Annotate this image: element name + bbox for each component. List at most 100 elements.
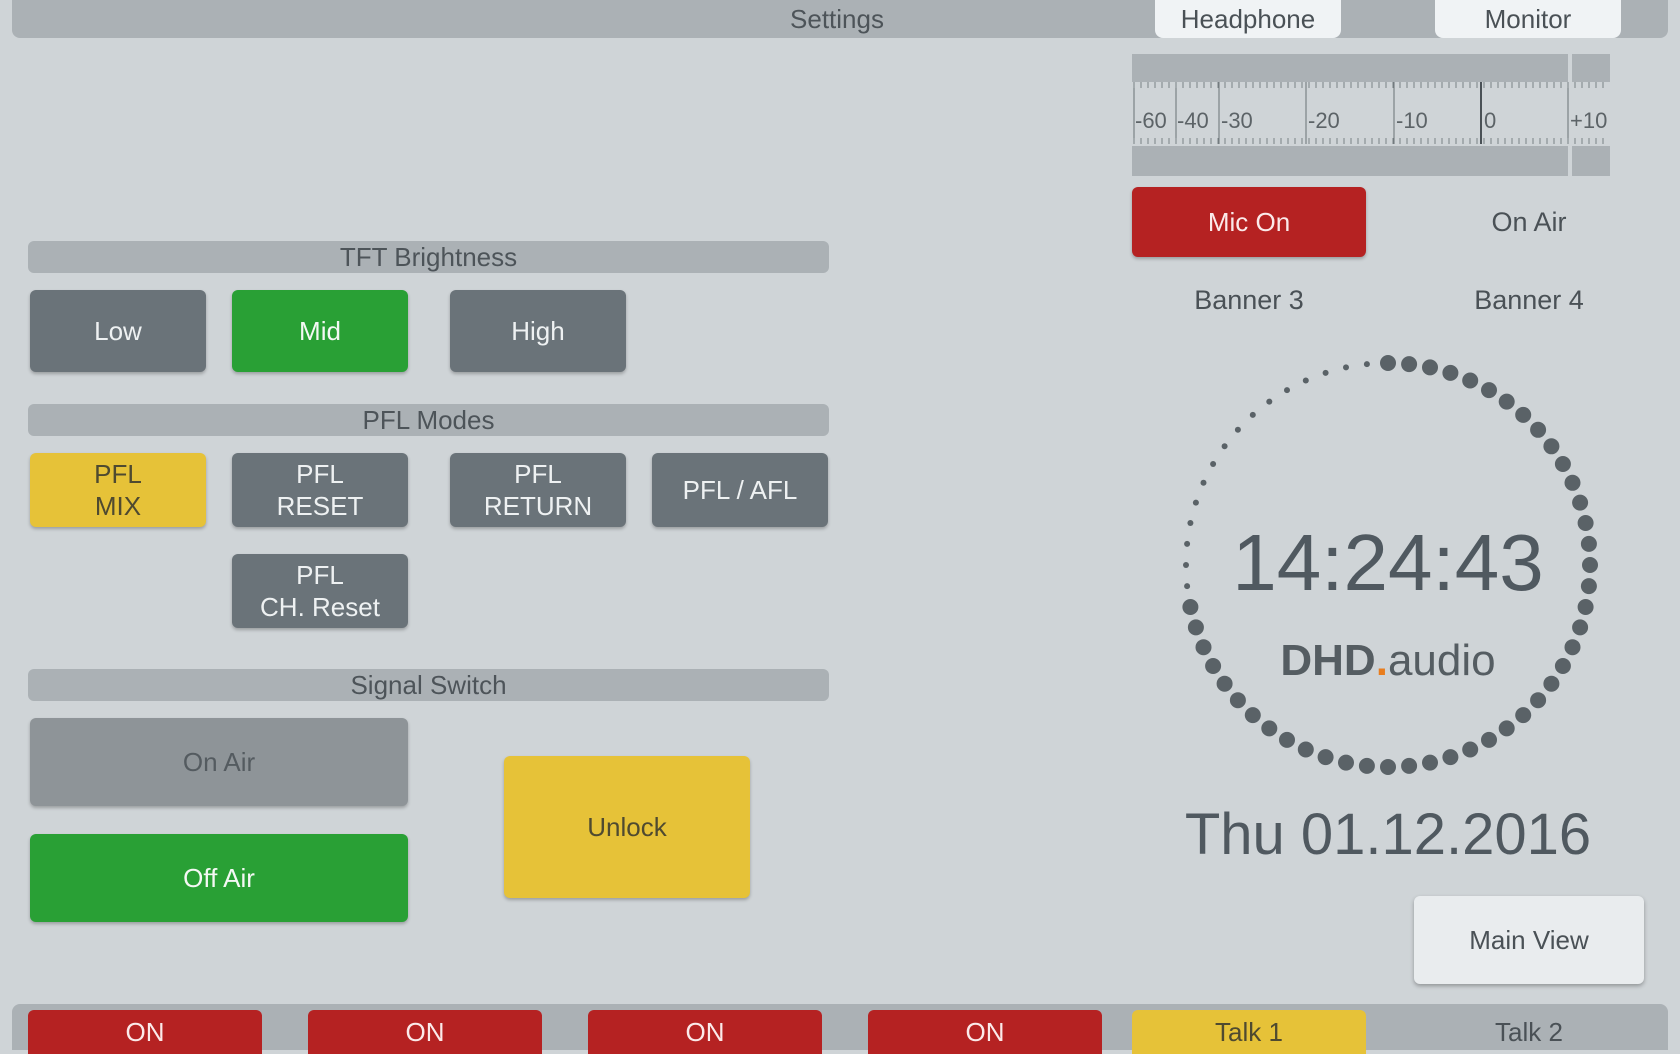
meter-bar-bottom	[1132, 146, 1568, 176]
clock-second-dot	[1462, 372, 1479, 389]
signal-off-air-button[interactable]: Off Air	[30, 834, 408, 922]
clock-date: Thu 01.12.2016	[1184, 802, 1592, 867]
clock-second-dot	[1261, 720, 1278, 737]
clock-second-dot	[1481, 382, 1497, 399]
talk-1-button[interactable]: Talk 1	[1132, 1010, 1366, 1054]
brightness-low-label: Low	[94, 316, 142, 346]
clock-second-dot	[1380, 355, 1396, 371]
clock-second-dot	[1572, 494, 1589, 511]
on-air-label: On Air	[1491, 206, 1567, 237]
clock-second-dot	[1322, 369, 1329, 376]
pfl-modes-title: PFL Modes	[362, 404, 495, 435]
meter-label-minus40: -40	[1177, 108, 1209, 133]
clock-second-dot	[1210, 461, 1217, 467]
meter-label-minus60: -60	[1135, 108, 1167, 133]
banner-4: Banner 4	[1412, 280, 1646, 320]
pfl-mix-button[interactable]: PFL MIX	[30, 453, 206, 527]
clock-second-dot	[1192, 499, 1199, 506]
bottom-on-button-4[interactable]: ON	[868, 1010, 1102, 1054]
meter-label-minus10: -10	[1396, 108, 1428, 133]
clock-second-dot	[1317, 749, 1334, 766]
clock-second-dot	[1380, 759, 1396, 775]
clock-second-dot	[1530, 692, 1547, 709]
bottom-on-label-3: ON	[685, 1016, 725, 1047]
clock-second-dot	[1462, 741, 1479, 758]
clock-second-dot	[1200, 479, 1207, 486]
clock-second-dot	[1401, 757, 1418, 774]
tft-brightness-title: TFT Brightness	[339, 241, 518, 272]
clock-second-dot	[1302, 377, 1309, 384]
pfl-reset-label: PFL RESET	[276, 459, 364, 521]
bottom-on-label-2: ON	[405, 1016, 445, 1047]
clock-second-dot	[1543, 438, 1560, 455]
clock-second-dot	[1401, 356, 1418, 373]
main-view-button[interactable]: Main View	[1414, 896, 1644, 984]
meter-bar-top-peak	[1572, 54, 1610, 82]
pfl-return-label: PFL RETURN	[483, 459, 593, 521]
clock-second-dot	[1530, 421, 1547, 438]
signal-switch-title: Signal Switch	[350, 669, 507, 700]
banner-3-label: Banner 3	[1194, 284, 1304, 315]
talk-2-label: Talk 2	[1495, 1016, 1563, 1047]
clock-second-dot	[1554, 456, 1571, 472]
brightness-mid-button[interactable]: Mid	[232, 290, 408, 372]
pfl-mix-label: PFL MIX	[94, 459, 142, 521]
clock-second-dot	[1279, 731, 1295, 748]
settings-header-bar: Settings	[12, 0, 1668, 38]
clock-second-dot	[1187, 619, 1204, 636]
clock-second-dot	[1343, 364, 1349, 371]
clock-second-dot	[1572, 619, 1589, 636]
clock-second-dot	[1481, 731, 1497, 748]
signal-switch-header: Signal Switch	[28, 669, 829, 701]
clock-second-dot	[1442, 749, 1459, 766]
tab-monitor[interactable]: Monitor	[1435, 0, 1621, 38]
mic-on-indicator: Mic On	[1132, 187, 1366, 257]
brightness-low-button[interactable]: Low	[30, 290, 206, 372]
clock-second-dot	[1338, 754, 1354, 771]
signal-on-air-label: On Air	[182, 747, 256, 777]
clock-second-dot	[1515, 406, 1532, 423]
meter-label-plus10: +10	[1570, 108, 1608, 133]
brightness-high-label: High	[511, 316, 565, 346]
pfl-modes-header: PFL Modes	[28, 404, 829, 436]
tab-monitor-label: Monitor	[1484, 3, 1572, 34]
pfl-reset-button[interactable]: PFL RESET	[232, 453, 408, 527]
clock-second-dot	[1234, 426, 1241, 433]
bottom-on-button-2[interactable]: ON	[308, 1010, 542, 1054]
clock-second-dot	[1244, 707, 1261, 724]
tab-headphone-label: Headphone	[1180, 3, 1316, 34]
unlock-button[interactable]: Unlock	[504, 756, 750, 898]
brand-logo-dot: .	[1375, 636, 1388, 685]
banner-4-label: Banner 4	[1474, 284, 1584, 315]
clock-second-dot	[1297, 741, 1314, 758]
level-meter: -60 -40 -30 -20 -10 0 +10	[1132, 54, 1610, 178]
tab-headphone[interactable]: Headphone	[1155, 0, 1341, 38]
clock-second-dot	[1358, 757, 1375, 774]
banner-3: Banner 3	[1132, 280, 1366, 320]
meter-scale: -60 -40 -30 -20 -10 0 +10	[1132, 82, 1610, 144]
brightness-mid-label: Mid	[299, 316, 341, 346]
pfl-afl-button[interactable]: PFL / AFL	[652, 453, 828, 527]
on-air-indicator: On Air	[1412, 187, 1646, 257]
pfl-ch-reset-button[interactable]: PFL CH. Reset	[232, 554, 408, 628]
signal-on-air-button[interactable]: On Air	[30, 718, 408, 806]
brightness-high-button[interactable]: High	[450, 290, 626, 372]
tft-brightness-header: TFT Brightness	[28, 241, 829, 273]
bottom-on-button-3[interactable]: ON	[588, 1010, 822, 1054]
clock-second-dot	[1266, 398, 1273, 405]
meter-bar-bottom-peak	[1572, 146, 1610, 176]
brand-logo: DHD.audio	[1188, 634, 1588, 688]
main-view-label: Main View	[1469, 925, 1589, 955]
brand-logo-main: DHD	[1280, 636, 1376, 685]
talk-2-button[interactable]: Talk 2	[1412, 1010, 1646, 1054]
bottom-on-button-1[interactable]: ON	[28, 1010, 262, 1054]
brand-logo-sub: audio	[1387, 636, 1496, 685]
clock-second-dot	[1515, 707, 1532, 724]
meter-label-minus30: -30	[1221, 108, 1253, 133]
clock-second-dot	[1442, 364, 1459, 381]
mic-on-label: Mic On	[1207, 207, 1291, 237]
clock-second-dot	[1498, 720, 1515, 737]
talk-1-label: Talk 1	[1215, 1016, 1283, 1047]
pfl-return-button[interactable]: PFL RETURN	[450, 453, 626, 527]
clock-second-dot	[1363, 361, 1370, 368]
